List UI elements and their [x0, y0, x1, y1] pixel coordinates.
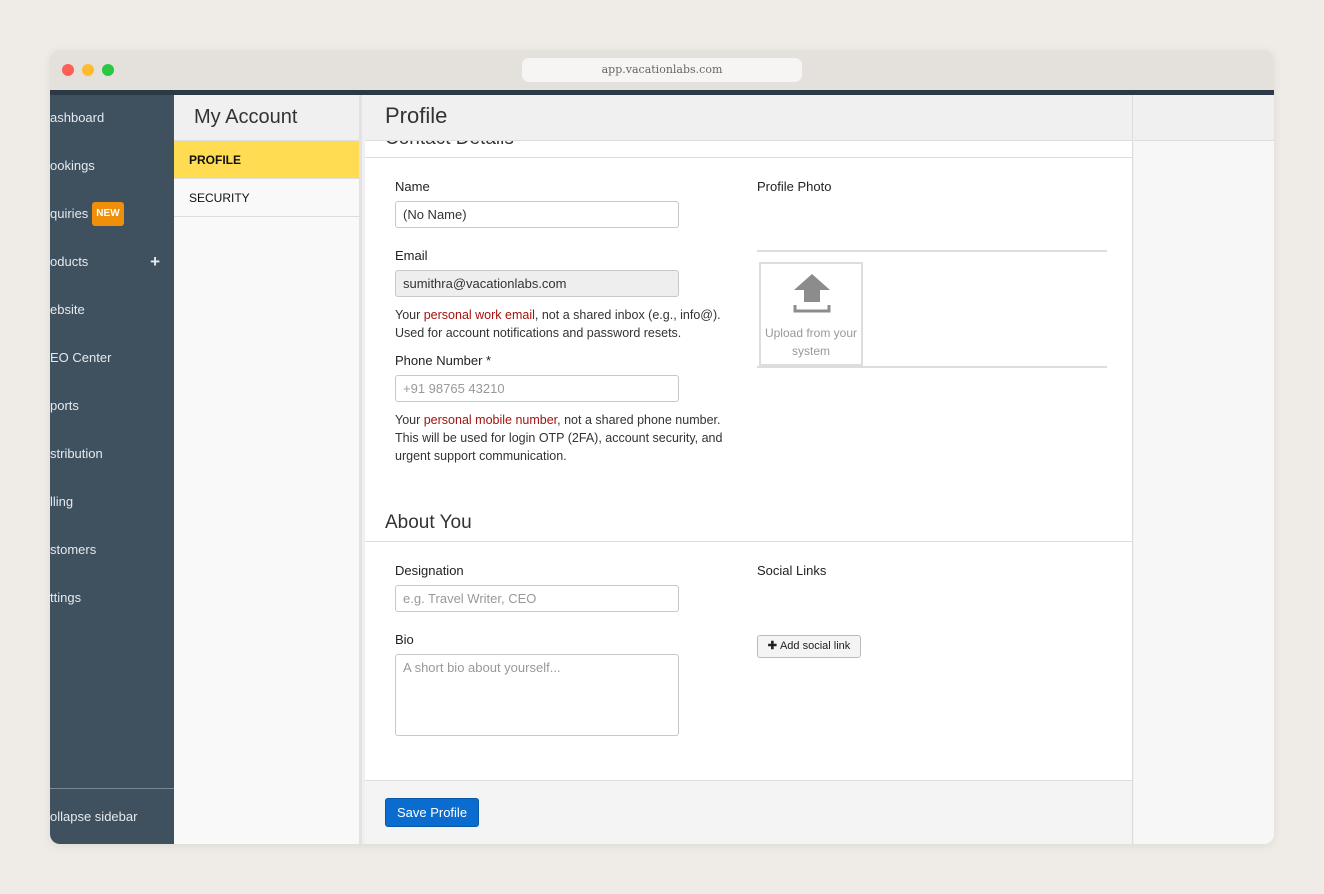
profile-photo-label: Profile Photo: [757, 179, 831, 194]
right-panel-header: [1134, 95, 1274, 141]
email-help: Your personal work email, not a shared i…: [395, 306, 745, 342]
save-profile-button[interactable]: Save Profile: [385, 798, 479, 827]
sidebar-item-label: stomers: [50, 540, 96, 560]
minimize-window-button[interactable]: [82, 64, 94, 76]
designation-label: Designation: [395, 563, 464, 578]
social-links-label: Social Links: [757, 563, 826, 578]
divider: [365, 541, 1132, 542]
name-input[interactable]: (No Name): [395, 201, 679, 228]
sidebar-item-label: ports: [50, 396, 79, 416]
sidebar-item-products[interactable]: oducts +: [50, 252, 174, 272]
title-bar: app.vacationlabs.com: [50, 50, 1274, 90]
tab-security[interactable]: SECURITY: [174, 179, 359, 217]
add-social-link-button[interactable]: ✚ Add social link: [757, 635, 861, 658]
sidebar-item-label: quiries: [50, 204, 88, 224]
sidebar-item-dashboard[interactable]: ashboard: [50, 108, 174, 128]
browser-window: app.vacationlabs.com ashboard ookings qu…: [50, 50, 1274, 844]
close-window-button[interactable]: [62, 64, 74, 76]
upload-label: Upload from your system: [765, 326, 857, 358]
sidebar-item-label: lling: [50, 492, 73, 512]
tab-profile[interactable]: PROFILE: [174, 141, 359, 179]
section-about-you: About You: [385, 512, 472, 534]
sidebar-item-label: EO Center: [50, 348, 111, 368]
sidebar-item-customers[interactable]: stomers: [50, 540, 174, 560]
sidebar-item-label: ashboard: [50, 108, 104, 128]
account-panel: My Account PROFILE SECURITY: [174, 95, 362, 844]
sidebar-item-distribution[interactable]: stribution: [50, 444, 174, 464]
sidebar-item-label: oducts: [50, 252, 88, 272]
collapse-sidebar-button[interactable]: ollapse sidebar: [50, 788, 174, 844]
help-text: Your: [395, 413, 424, 427]
sidebar-item-label: stribution: [50, 444, 103, 464]
help-emphasis: personal mobile number: [424, 413, 557, 427]
name-label: Name: [395, 179, 430, 194]
email-input[interactable]: sumithra@vacationlabs.com: [395, 270, 679, 297]
profile-panel: Profile Contact Details Name (No Name) E…: [365, 95, 1133, 844]
sidebar-item-bookings[interactable]: ookings: [50, 156, 174, 176]
maximize-window-button[interactable]: [102, 64, 114, 76]
form-footer: Save Profile: [365, 780, 1132, 844]
sidebar-item-reports[interactable]: ports: [50, 396, 174, 416]
upload-photo-button[interactable]: Upload from your system: [759, 262, 863, 366]
upload-icon: [792, 272, 832, 314]
plus-icon[interactable]: +: [150, 252, 160, 272]
email-label: Email: [395, 248, 428, 263]
sidebar-item-seo-center[interactable]: EO Center: [50, 348, 174, 368]
sidebar-item-billing[interactable]: lling: [50, 492, 174, 512]
button-label: Add social link: [780, 640, 850, 652]
right-panel: [1134, 95, 1274, 844]
bio-label: Bio: [395, 632, 414, 647]
sidebar: ashboard ookings quiriesNEW oducts + ebsi…: [50, 95, 174, 844]
phone-input[interactable]: +91 98765 43210: [395, 375, 679, 402]
sidebar-item-website[interactable]: ebsite: [50, 300, 174, 320]
page-title: Profile: [365, 95, 1132, 141]
designation-input[interactable]: e.g. Travel Writer, CEO: [395, 585, 679, 612]
help-text: Your: [395, 308, 424, 322]
bio-textarea[interactable]: A short bio about yourself...: [395, 654, 679, 736]
plus-icon: ✚: [768, 640, 780, 652]
new-badge: NEW: [92, 202, 123, 226]
phone-help: Your personal mobile number, not a share…: [395, 411, 740, 465]
address-bar[interactable]: app.vacationlabs.com: [522, 58, 802, 82]
help-emphasis: personal work email: [424, 308, 535, 322]
sidebar-item-settings[interactable]: ttings: [50, 588, 174, 608]
sidebar-item-label: ookings: [50, 156, 95, 176]
sidebar-item-label: ebsite: [50, 300, 85, 320]
divider: [365, 157, 1132, 158]
profile-photo-area: Upload from your system: [757, 250, 1107, 368]
sidebar-item-enquiries[interactable]: quiriesNEW: [50, 204, 174, 224]
account-title: My Account: [174, 95, 359, 141]
phone-label: Phone Number *: [395, 353, 491, 368]
sidebar-item-label: ttings: [50, 588, 81, 608]
